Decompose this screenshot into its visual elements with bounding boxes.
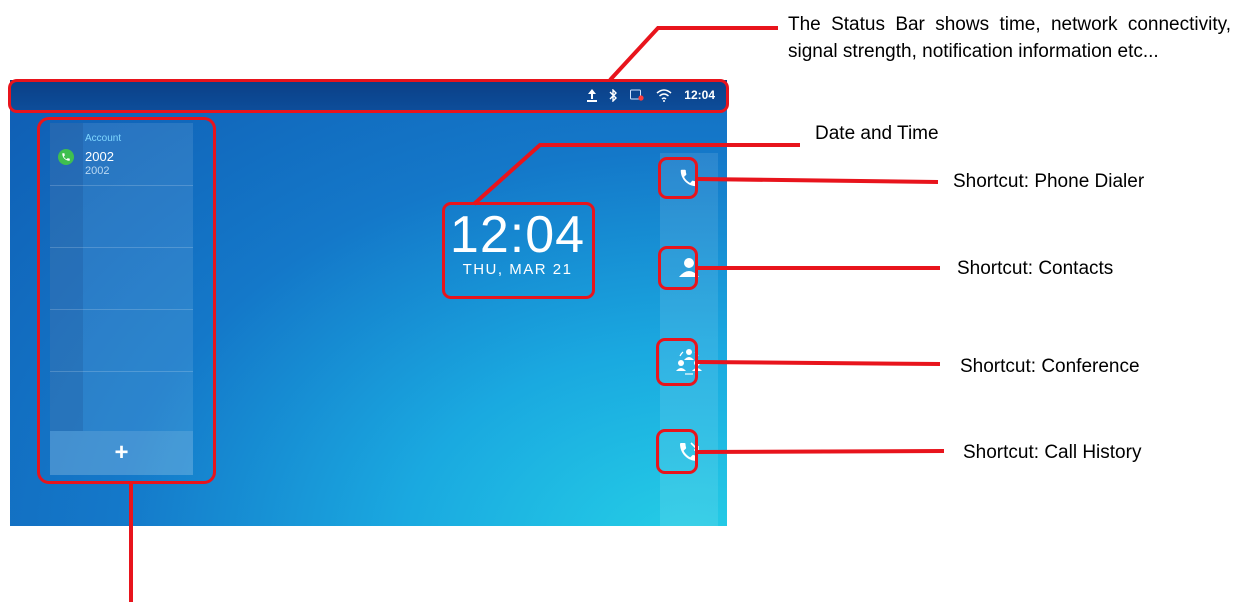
contacts-caption: Shortcut: Contacts: [957, 258, 1114, 279]
date-time-highlight: [442, 202, 595, 299]
phone-dialer-callout-line: [697, 177, 939, 184]
call-history-highlight: [656, 429, 698, 474]
call-history-callout-line: [697, 449, 945, 454]
account-panel-highlight: [37, 117, 216, 484]
conference-callout-line: [697, 360, 941, 366]
contacts-highlight: [658, 246, 698, 290]
call-history-caption: Shortcut: Call History: [963, 442, 1142, 463]
date-time-caption: Date and Time: [815, 123, 939, 144]
status-bar-highlight: [8, 79, 729, 113]
conference-highlight: [656, 338, 698, 386]
phone-dialer-highlight: [658, 157, 698, 199]
status-bar-callout-line: [608, 26, 778, 82]
status-bar-caption: The Status Bar shows time, network conne…: [788, 14, 1231, 62]
phone-dialer-caption: Shortcut: Phone Dialer: [953, 171, 1145, 192]
conference-caption: Shortcut: Conference: [960, 356, 1140, 377]
